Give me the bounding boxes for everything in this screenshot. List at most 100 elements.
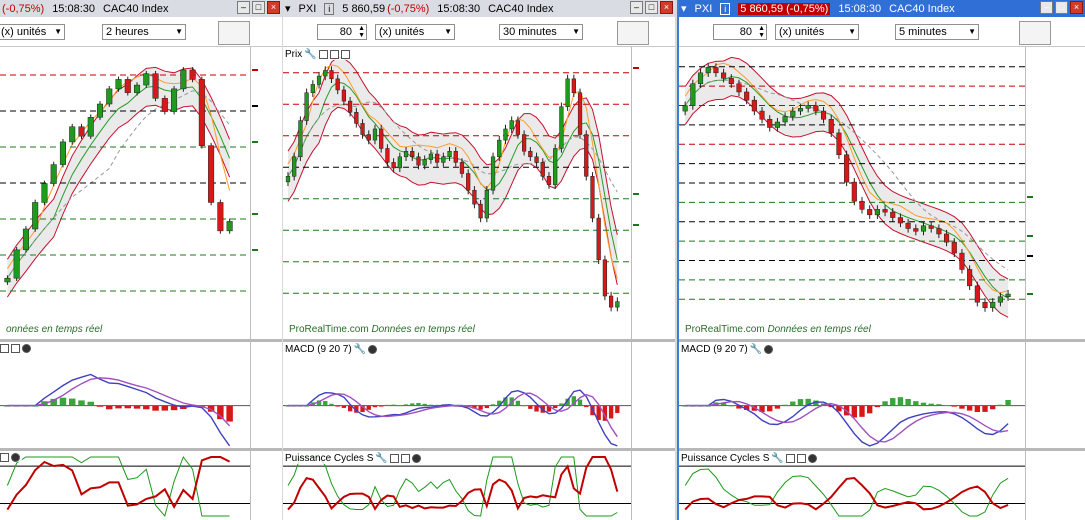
macd-histogram-bar [913,401,919,406]
info-icon[interactable]: i [324,2,335,15]
minimize-button[interactable]: – [237,1,250,14]
candle-body [820,110,827,120]
candle-body [584,134,589,177]
candle-body [335,78,340,91]
window-icon[interactable] [318,50,328,59]
candle-body [913,228,919,232]
window-icon[interactable] [11,344,20,353]
window-icon[interactable] [785,454,795,463]
close-icon[interactable] [807,454,817,463]
indicator-settings-icon[interactable] [617,21,649,45]
candle-body [226,221,233,232]
close-icon[interactable] [368,345,378,354]
price-axis[interactable] [250,47,282,339]
indicator-settings-icon[interactable] [1019,21,1051,45]
close-icon[interactable] [764,345,774,354]
window-titlebar[interactable]: ▾ PXI i 5 860,59 (-0,75%) 15:08:30 CAC40… [283,0,675,17]
chart-svg [283,56,631,312]
close-icon[interactable] [411,454,421,463]
window-icon[interactable] [796,454,806,463]
wrench-icon[interactable]: 🔧 [304,49,316,60]
macd-histogram-bar [905,398,911,406]
close-button[interactable]: × [1070,1,1083,14]
chevron-down-icon[interactable]: ▾ [681,2,687,15]
window-icon[interactable] [389,454,399,463]
cycles-axis[interactable] [250,451,282,520]
maximize-button[interactable]: □ [1055,1,1068,14]
window-icon[interactable] [329,50,339,59]
minimize-button[interactable]: – [630,1,643,14]
bars-count-input[interactable]: 80 ▲ ▼ [317,24,367,40]
candle-body [540,162,545,177]
window-icon[interactable] [340,50,350,59]
candle-body [403,150,409,158]
price-pane: onnées en temps réel [0,47,282,339]
info-icon[interactable]: i [720,2,731,15]
candle-body [790,110,796,117]
period-select[interactable]: 5 minutes ▼ [895,24,979,40]
maximize-button[interactable]: □ [645,1,658,14]
wrench-icon[interactable]: 🔧 [750,344,762,355]
candle-body [590,176,595,219]
indicator-settings-icon[interactable] [218,21,250,45]
cycles-axis[interactable] [1025,451,1085,520]
period-select[interactable]: 2 heures ▼ [102,24,186,40]
chevron-down-icon[interactable]: ▾ [285,2,291,15]
macd-histogram-bar [928,403,934,406]
candle-body [515,120,521,135]
units-select[interactable]: (x) unités ▼ [775,24,859,40]
macd-histogram-bar [385,404,390,406]
candle-body [596,217,601,261]
macd-histogram-bar [226,405,233,422]
realtime-footer: ProRealTime.com Données en temps réel [289,324,475,335]
price-axis[interactable] [1025,47,1085,339]
wrench-icon[interactable]: 🔧 [771,453,783,464]
window-icon[interactable] [0,453,9,462]
candle-body [736,83,742,93]
candle-body [441,156,446,163]
units-select[interactable]: (x) unités ▼ [0,24,65,40]
candle-body [553,148,558,185]
window-titlebar[interactable]: ▾ PXI i 5 860,59 (-0,75%) 15:08:30 CAC40… [679,0,1085,17]
instrument-name: CAC40 Index [488,2,554,15]
candle-body [828,119,834,134]
macd-histogram-bar [115,405,122,409]
candle-body [920,225,927,232]
macd-axis[interactable] [250,342,282,448]
macd-histogram-bar [874,405,881,408]
candle-body [435,153,440,163]
close-icon[interactable] [11,453,20,462]
brand-label[interactable]: ProRealTime.com [685,324,767,335]
macd-line [288,389,618,447]
close-button[interactable]: × [267,1,280,14]
macd-histogram-bar [528,405,533,409]
cycles-axis[interactable] [631,451,675,520]
macd-histogram-bar [96,405,104,407]
units-select[interactable]: (x) unités ▼ [375,24,455,40]
candle-body [797,108,804,112]
wrench-icon[interactable]: 🔧 [354,344,366,355]
maximize-button[interactable]: □ [252,1,265,14]
macd-histogram-bar [143,405,150,410]
window-icon[interactable] [0,344,9,353]
wrench-icon[interactable]: 🔧 [375,453,387,464]
candle-body [928,225,934,229]
minimize-button[interactable]: – [1040,1,1053,14]
macd-histogram-bar [920,402,927,406]
window-icon[interactable] [400,454,410,463]
macd-histogram-bar [615,405,620,413]
close-icon[interactable] [22,344,31,353]
brand-label[interactable]: ProRealTime.com [289,324,371,335]
candle-body [4,277,11,283]
candle-body [161,98,168,112]
bars-count-input[interactable]: 80 ▲ ▼ [713,24,767,40]
macd-axis[interactable] [631,342,675,448]
chart-svg [0,66,250,298]
candle-body [32,202,39,230]
chart-window-3: ▾ PXI i 5 860,59 (-0,75%) 15:08:30 CAC40… [677,0,1085,520]
candle-body [96,103,104,118]
period-select[interactable]: 30 minutes ▼ [499,24,583,40]
macd-axis[interactable] [1025,342,1085,448]
close-button[interactable]: × [660,1,673,14]
window-titlebar[interactable]: (-0,75%) 15:08:30 CAC40 Index – □ × [0,0,282,17]
